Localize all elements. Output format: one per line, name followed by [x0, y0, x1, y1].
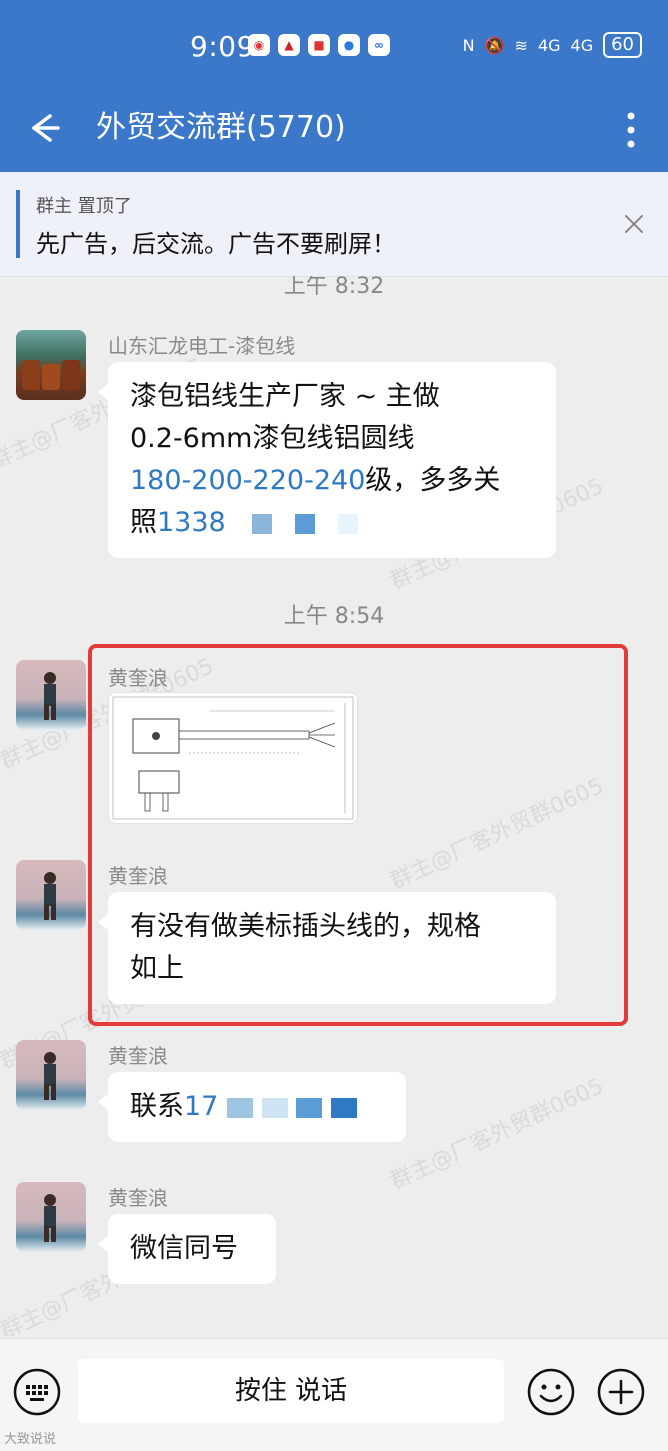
footer-logo: 大致说说	[4, 1432, 57, 1447]
sender-name: 山东汇龙电工-漆包线	[108, 334, 296, 358]
timestamp: 上午 8:32	[283, 276, 385, 299]
wifi-icon: ≋	[514, 35, 528, 55]
back-arrow-icon[interactable]	[20, 106, 64, 150]
emoji-icon[interactable]	[526, 1367, 576, 1417]
avatar[interactable]	[16, 860, 86, 930]
avatar-image	[44, 872, 56, 920]
avatar-image	[44, 1194, 56, 1242]
redaction-blur	[337, 513, 358, 534]
avatar[interactable]	[16, 1040, 86, 1110]
avatar-image	[44, 672, 56, 720]
redaction-blur	[226, 1097, 253, 1118]
message-line: 微信同号	[130, 1233, 238, 1264]
input-bar: 按住 说话	[0, 1338, 668, 1451]
redaction-blur	[252, 513, 273, 534]
message-line: 0.2-6mm漆包线铝圆线	[130, 423, 415, 454]
message-bubble[interactable]: 联系17	[98, 1072, 406, 1142]
avatar[interactable]	[16, 660, 86, 730]
avatar[interactable]	[16, 330, 86, 400]
redaction-blur	[294, 513, 315, 534]
sender-name: 黄奎浪	[108, 1186, 168, 1210]
timestamp: 上午 8:54	[283, 604, 385, 629]
app-icon: ∞	[368, 34, 390, 56]
redaction-blur	[296, 1097, 323, 1118]
weather-app-icon: ●	[338, 34, 360, 56]
avatar-image	[44, 1052, 56, 1100]
close-icon[interactable]	[622, 212, 646, 236]
phone-link[interactable]: 17	[184, 1091, 218, 1122]
redaction-blur	[261, 1097, 288, 1118]
status-bar: 9:09 ◉ ▲ ■ ● ∞ N 🔕 ≋ 4G 4G 60	[0, 0, 668, 88]
message-list[interactable]: 群主@厂客外贸群0605 群主@厂客外贸群0605 群主@厂客外贸群0605 群…	[0, 276, 668, 1336]
bank-app-icon: ◉	[248, 34, 270, 56]
plus-icon[interactable]	[596, 1367, 646, 1417]
keyboard-icon[interactable]	[12, 1367, 62, 1417]
message-text: 联系	[130, 1091, 184, 1122]
redaction-blur	[330, 1097, 357, 1118]
phone-link[interactable]: 1338	[157, 507, 226, 538]
number-link[interactable]: 180-200-220-240	[130, 465, 365, 496]
mute-icon: 🔕	[484, 35, 505, 55]
message-bubble[interactable]: 漆包铝线生产厂家 ~ 主做 0.2-6mm漆包线铝圆线 180-200-220-…	[98, 362, 556, 558]
message-line: 照1338	[130, 502, 534, 544]
message-text: 级，多多关	[365, 465, 501, 496]
avatar[interactable]	[16, 1182, 86, 1252]
signal-icon: 4G	[537, 35, 561, 55]
message-bubble[interactable]: 微信同号	[98, 1214, 276, 1284]
notification-icons: ◉ ▲ ■ ● ∞	[248, 34, 390, 56]
pinned-accent-bar	[16, 190, 20, 258]
pinned-notice[interactable]: 群主 置顶了 先广告，后交流。广告不要刷屏！	[0, 172, 668, 277]
nfc-icon: N	[462, 35, 475, 55]
hold-to-talk-button[interactable]: 按住 说话	[78, 1359, 504, 1423]
message-line: 漆包铝线生产厂家 ~ 主做	[130, 381, 440, 412]
pinned-meta: 群主 置顶了	[36, 196, 132, 217]
status-time: 9:09	[190, 30, 255, 63]
system-status: N 🔕 ≋ 4G 4G 60	[463, 32, 642, 58]
battery-icon: 60	[603, 32, 642, 58]
avatar-image	[22, 360, 80, 390]
chat-header: 外贸交流群(5770)	[0, 88, 668, 172]
bank-app-icon: ▲	[278, 34, 300, 56]
more-menu-icon[interactable]	[624, 110, 638, 150]
sender-name: 黄奎浪	[108, 1044, 168, 1068]
watermark: 群主@厂客外贸群0605	[386, 1073, 608, 1195]
chat-title: 外贸交流群(5770)	[96, 110, 346, 145]
app-icon: ■	[308, 34, 330, 56]
message-line: 180-200-220-240级，多多关	[130, 460, 534, 502]
message-text: 照	[130, 507, 157, 538]
signal-icon: 4G	[570, 35, 594, 55]
highlight-box	[88, 644, 628, 1026]
pinned-text: 先广告，后交流。广告不要刷屏！	[36, 230, 396, 258]
